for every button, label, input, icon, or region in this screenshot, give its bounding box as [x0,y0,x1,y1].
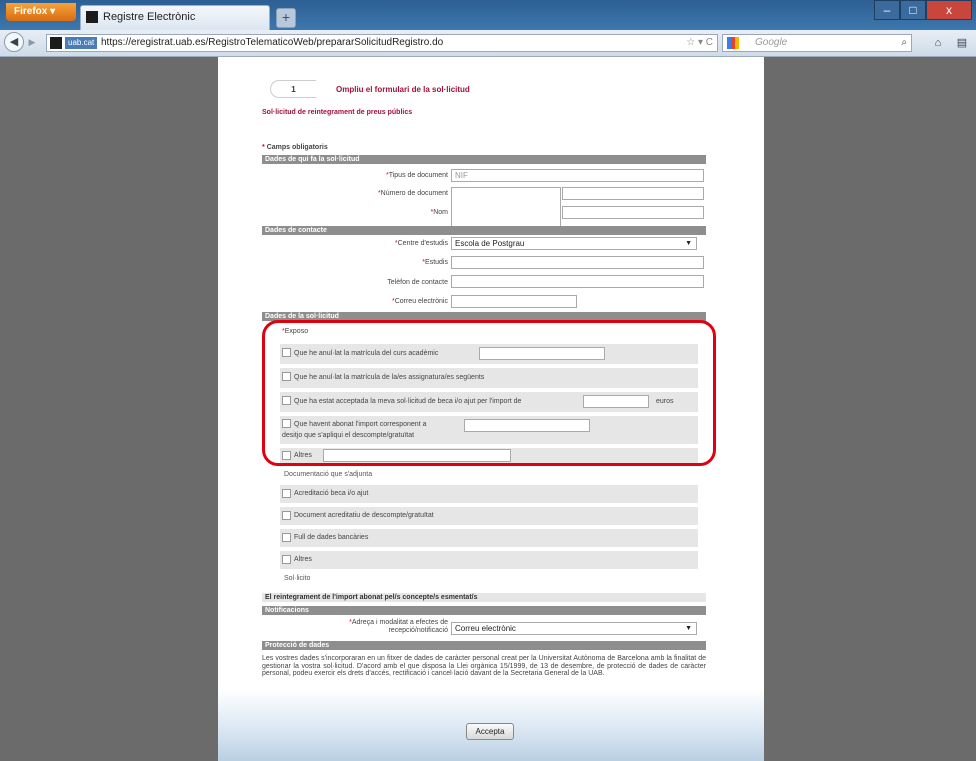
email-label-text: Correu electrònic [394,298,448,305]
studies-label: *Estudis [422,259,448,266]
name-field[interactable] [562,206,704,219]
close-window-button[interactable]: x [926,0,972,20]
bookmark-star-icon[interactable]: ☆ ▾ C [686,35,713,51]
document-checkbox[interactable] [282,511,291,520]
notification-select[interactable]: Correu electrònic ▼ [451,622,697,635]
step-number: 1 [270,80,316,98]
doc-type-field[interactable]: NIF [451,169,704,182]
doc-number-label-text: Número de document [380,190,448,197]
bookmarks-icon[interactable]: ▤ [954,36,970,50]
studies-field[interactable] [451,256,704,269]
url-text[interactable]: https://eregistrat.uab.es/RegistroTelema… [101,35,443,51]
site-favicon-icon [86,11,98,23]
document-row: Acreditació beca i/o ajut [280,485,698,503]
phone-label: Telèfon de contacte [387,279,448,286]
studies-label-text: Estudis [425,259,448,266]
step-title: Ompliu el formulari de la sol·licitud [336,85,470,94]
document-row: Altres [280,551,698,569]
forward-button[interactable]: ▶ [25,35,39,49]
center-label: *Centre d'estudis [394,240,448,247]
home-icon[interactable]: ⌂ [930,36,946,50]
center-select[interactable]: Escola de Postgrau ▼ [451,237,697,250]
notification-label-line1: Adreça i modalitat a efectes de [351,619,448,626]
request-title: Sol·licito [284,575,311,582]
name-label: *Nom [430,209,448,216]
forward-arrow-icon: ▶ [28,37,36,47]
browser-tab[interactable]: Registre Electrònic [80,5,270,30]
page-content: 1 Ompliu el formulari de la sol·licitud … [218,57,764,761]
document-label: Full de dades bancàries [294,534,369,541]
doc-type-label: *Tipus de document [385,172,448,179]
document-checkbox[interactable] [282,555,291,564]
doc-type-label-text: Tipus de document [388,172,448,179]
document-row: Document acreditatiu de descompte/gratuï… [280,507,698,525]
notification-label: *Adreça i modalitat a efectes de recepció… [349,619,448,634]
name-label-text: Nom [433,209,448,216]
back-button[interactable]: ◀ [4,32,24,52]
chevron-down-icon: ▼ [685,240,692,247]
required-note-text: Camps obligatoris [266,144,328,151]
required-star: * [262,144,265,151]
new-tab-button[interactable]: + [276,8,296,28]
notification-label-line2: recepció/notificació [388,626,448,634]
center-label-text: Centre d'estudis [397,240,448,247]
site-identity-icon [50,37,62,49]
address-bar[interactable]: uab.cat https://eregistrat.uab.es/Regist… [46,34,718,52]
search-bar[interactable]: Google ⌕ [722,34,912,52]
notification-select-value: Correu electrònic [455,624,516,633]
navigation-toolbar: ◀ ▶ uab.cat https://eregistrat.uab.es/Re… [0,30,976,57]
doc-number-label: *Número de document [377,190,448,197]
highlight-annotation [262,320,716,466]
firefox-menu-label: Firefox [14,6,48,17]
privacy-text: Les vostres dades s'incorporaran en un f… [262,655,706,677]
phone-field[interactable] [451,275,704,288]
google-engine-icon[interactable] [727,37,739,49]
search-icon[interactable]: ⌕ [901,35,907,51]
firefox-menu-button[interactable]: Firefox ▾ [6,3,76,21]
document-label: Acreditació beca i/o ajut [294,490,369,497]
window-titlebar: Firefox ▾ Registre Electrònic + – □ x [0,0,976,30]
docs-title: Documentació que s'adjunta [284,471,373,478]
document-label: Document acreditatiu de descompte/gratuï… [294,512,434,519]
maximize-button[interactable]: □ [900,0,926,20]
request-text: El reintegrament de l'import abonat pel/… [262,593,706,602]
required-note: * Camps obligatoris [262,144,328,151]
email-label: *Correu electrònic [391,298,448,305]
document-label: Altres [294,556,312,563]
document-checkbox[interactable] [282,533,291,542]
document-checkbox[interactable] [282,489,291,498]
form-subtitle: Sol·licitud de reintegrament de preus pú… [262,109,413,116]
minimize-button[interactable]: – [874,0,900,20]
search-placeholder: Google [755,37,788,48]
section-notifications: Notificacions [262,606,706,615]
center-select-value: Escola de Postgrau [455,239,525,248]
doc-number-extra-field[interactable] [562,187,704,200]
section-contact: Dades de contacte [262,226,706,235]
accept-button[interactable]: Accepta [466,723,514,740]
section-privacy: Protecció de dades [262,641,706,650]
document-row: Full de dades bancàries [280,529,698,547]
domain-badge[interactable]: uab.cat [65,37,98,49]
section-requester: Dades de qui fa la sol·licitud [262,155,706,164]
email-field[interactable] [451,295,577,308]
tab-title: Registre Electrònic [103,11,196,23]
back-arrow-icon: ◀ [9,36,19,48]
chevron-down-icon: ▼ [685,625,692,632]
